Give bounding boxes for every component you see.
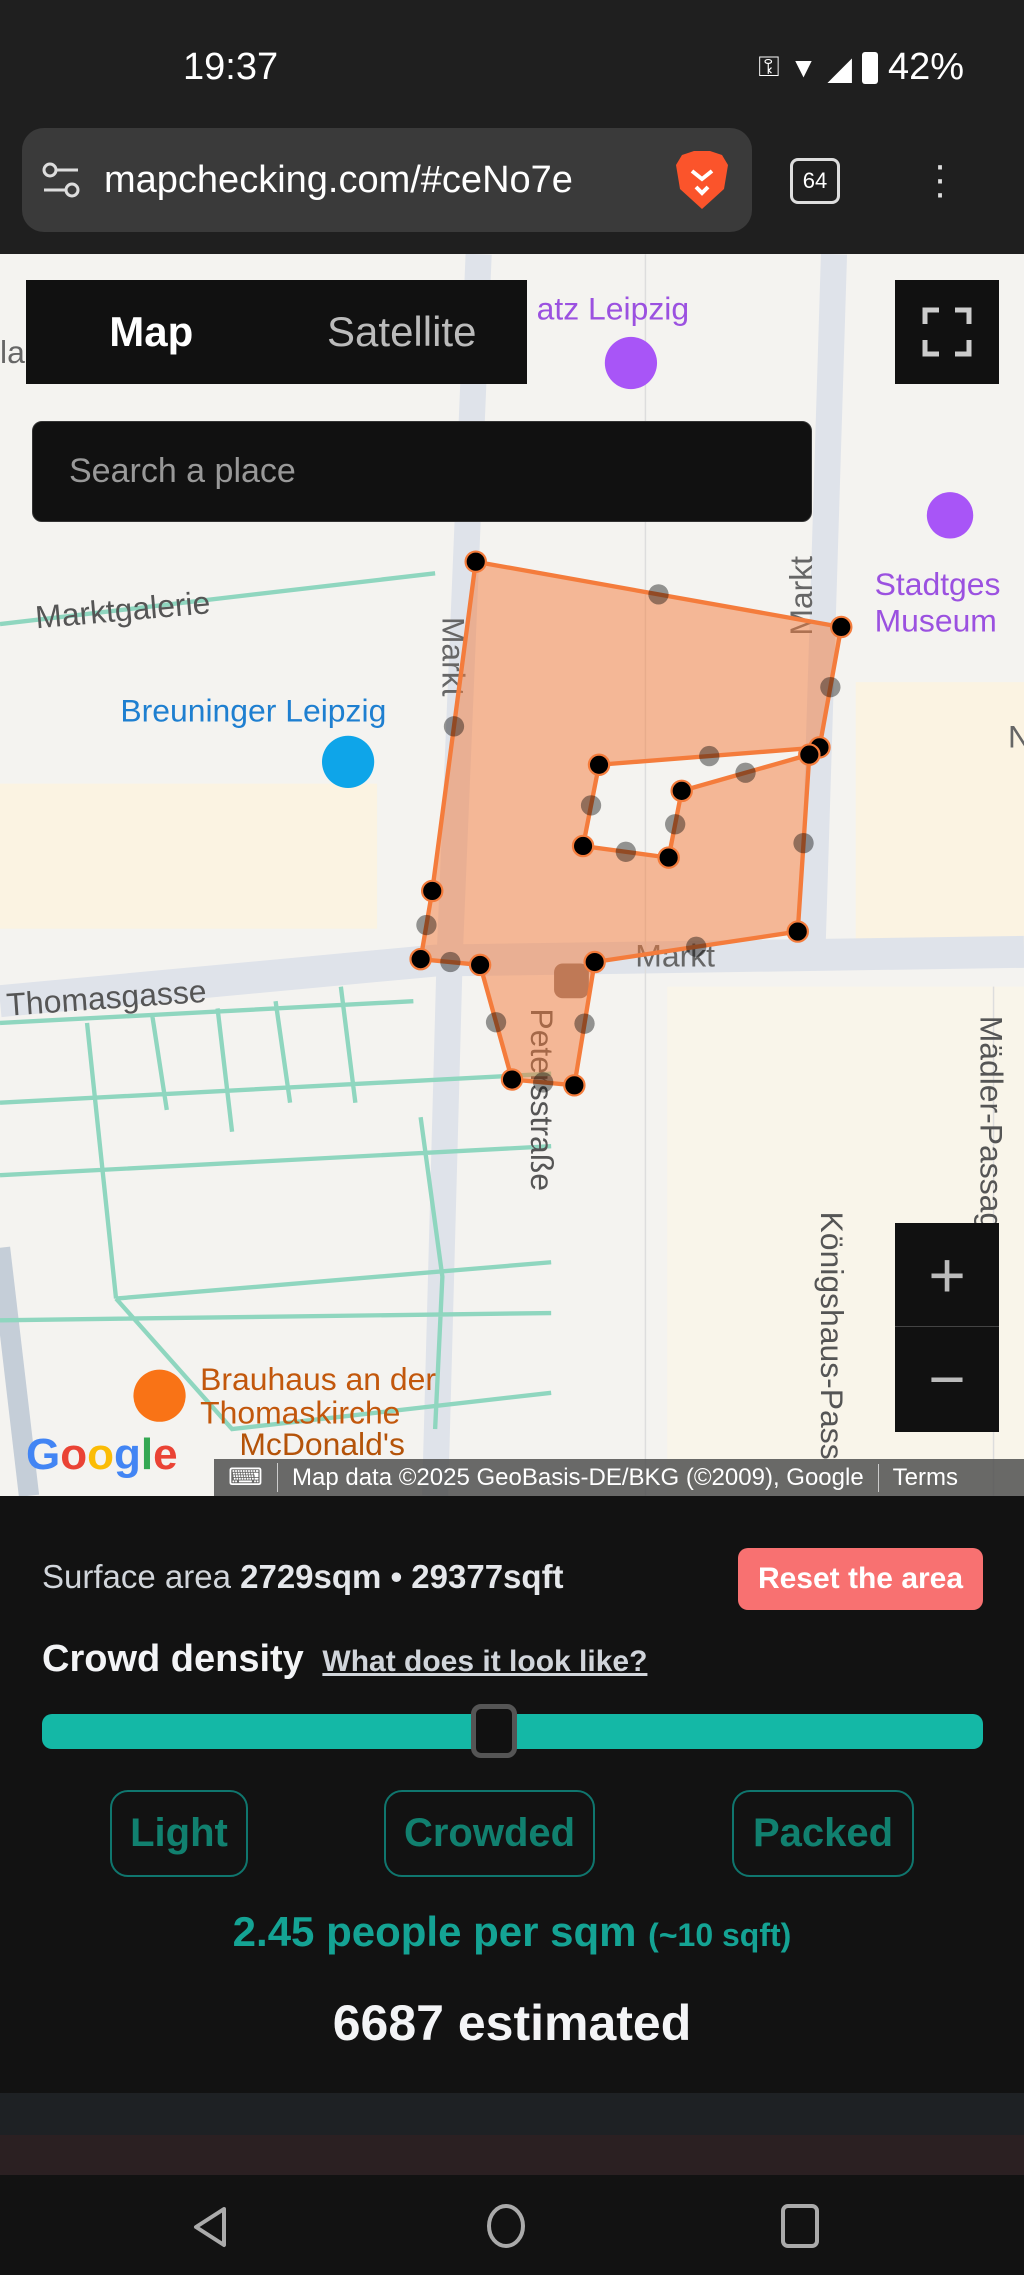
midpoint-handle[interactable] [443,716,465,737]
address-bar[interactable]: mapchecking.com/#ceNo7e [22,128,752,232]
castle-icon [604,336,658,390]
preset-light-button[interactable]: Light [110,1790,248,1877]
vertex-handle[interactable] [657,846,680,869]
vertex-handle[interactable] [830,615,853,639]
url-text[interactable]: mapchecking.com/#ceNo7e [104,159,674,202]
midpoint-handle[interactable] [820,677,841,698]
midpoint-handle[interactable] [793,832,814,854]
recents-icon[interactable] [780,2203,820,2249]
label-koenigshaus: Königshaus-Pass [814,1211,850,1459]
midpoint-handle[interactable] [533,1072,554,1093]
wifi-icon: ▼ [789,51,818,83]
midpoint-handle[interactable] [699,745,720,767]
density-slider[interactable] [42,1704,983,1758]
preset-crowded-button[interactable]: Crowded [384,1790,595,1877]
signal-icon: ◢ [827,49,852,86]
home-icon[interactable] [486,2203,526,2249]
zoom-controls: + − [895,1223,999,1432]
label-brauhaus-1: Brauhaus an der [200,1361,436,1397]
vertex-handle[interactable] [563,1074,586,1097]
vertex-handle[interactable] [786,920,809,943]
midpoint-handle[interactable] [665,814,686,835]
what-does-it-look-like-link[interactable]: What does it look like? [322,1645,647,1678]
label-platz: atz Leipzig [537,290,689,326]
vertex-handle[interactable] [464,550,487,573]
zoom-out-button[interactable]: − [895,1327,999,1431]
map-attribution: ⌨ Map data ©2025 GeoBasis-DE/BKG (©2009)… [214,1459,1024,1496]
vertex-handle[interactable] [409,947,432,971]
slider-thumb[interactable] [470,1704,517,1758]
surface-sqft: 29377sqft [411,1558,564,1595]
museum-icon [926,492,974,539]
terms-link[interactable]: Terms [879,1464,958,1492]
status-bar: 19:37 ⚿ ▼ ◢ 42% [0,0,1024,128]
fullscreen-button[interactable] [895,280,999,384]
tab-satellite[interactable]: Satellite [277,280,528,384]
zoom-in-button[interactable]: + [895,1223,999,1327]
midpoint-handle[interactable] [485,1012,507,1033]
label-n: N [1008,718,1024,754]
map-canvas[interactable]: atz Leipzig la Marktgalerie Breuninger L… [0,254,1024,1496]
back-icon[interactable] [190,2205,230,2249]
browser-toolbar: mapchecking.com/#ceNo7e 64 · · · [0,128,1024,254]
map-type-toggle: Map Satellite [26,280,527,384]
midpoint-handle[interactable] [615,841,637,862]
crowd-panel: Surface area 2729sqm • 29377sqft Reset t… [0,1496,1024,2093]
vertex-handle[interactable] [583,950,606,974]
brave-lion-icon[interactable] [674,149,730,211]
site-settings-icon[interactable] [40,158,84,202]
tab-switcher-button[interactable]: 64 [790,158,840,204]
android-nav-bar [0,2175,1024,2275]
vertex-handle[interactable] [670,779,693,803]
label-mcdonalds: McDonald's [239,1426,405,1462]
page-banner-strip [0,2135,1024,2175]
bar-cocktail-icon [133,1369,186,1422]
vertex-handle[interactable] [798,743,821,766]
google-logo: Google [26,1430,178,1479]
vertex-handle[interactable] [587,753,611,777]
vertex-handle[interactable] [571,834,595,858]
page-footer-strip [0,2093,1024,2135]
label-breuninger: Breuninger Leipzig [120,692,386,728]
label-la: la [0,334,25,370]
battery-icon [861,51,878,84]
midpoint-handle[interactable] [580,795,602,816]
label-maedler: Mädler-Passage [973,1016,1009,1248]
label-brauhaus-2: Thomaskirche [200,1394,400,1430]
midpoint-handle[interactable] [440,951,461,973]
density-rate: 2.45 people per sqm (~10 sqft) [232,1908,792,1955]
midpoint-handle[interactable] [648,584,669,605]
battery-level: 42% [887,46,964,88]
vertex-handle[interactable] [468,953,492,977]
search-input[interactable]: Search a place [32,421,812,522]
vpn-key-icon: ⚿ [758,51,780,82]
fullscreen-icon [922,307,972,357]
tab-map[interactable]: Map [26,280,277,384]
midpoint-handle[interactable] [416,914,437,936]
surface-sqm: 2729sqm [240,1558,382,1595]
estimated-count: 6687 estimated [332,1995,692,2051]
label-museum-2: Museum [875,602,997,638]
crowd-density-heading: Crowd density What does it look like? [42,1638,648,1680]
label-museum-1: Stadtges [875,566,1001,602]
midpoint-handle[interactable] [574,1013,595,1034]
midpoint-handle[interactable] [686,936,707,957]
vertex-handle[interactable] [420,879,444,903]
attribution-text: Map data ©2025 GeoBasis-DE/BKG (©2009), … [278,1463,879,1492]
preset-packed-button[interactable]: Packed [732,1790,914,1877]
shopping-bag-icon [321,735,375,788]
clock: 19:37 [183,46,279,88]
keyboard-shortcuts-icon[interactable]: ⌨ [214,1463,278,1492]
reset-area-button[interactable]: Reset the area [738,1548,983,1610]
midpoint-handle[interactable] [735,762,756,783]
vertex-handle[interactable] [500,1068,524,1091]
surface-area: Surface area 2729sqm • 29377sqft [42,1558,564,1595]
menu-dots-icon[interactable]: · · · [930,145,950,213]
